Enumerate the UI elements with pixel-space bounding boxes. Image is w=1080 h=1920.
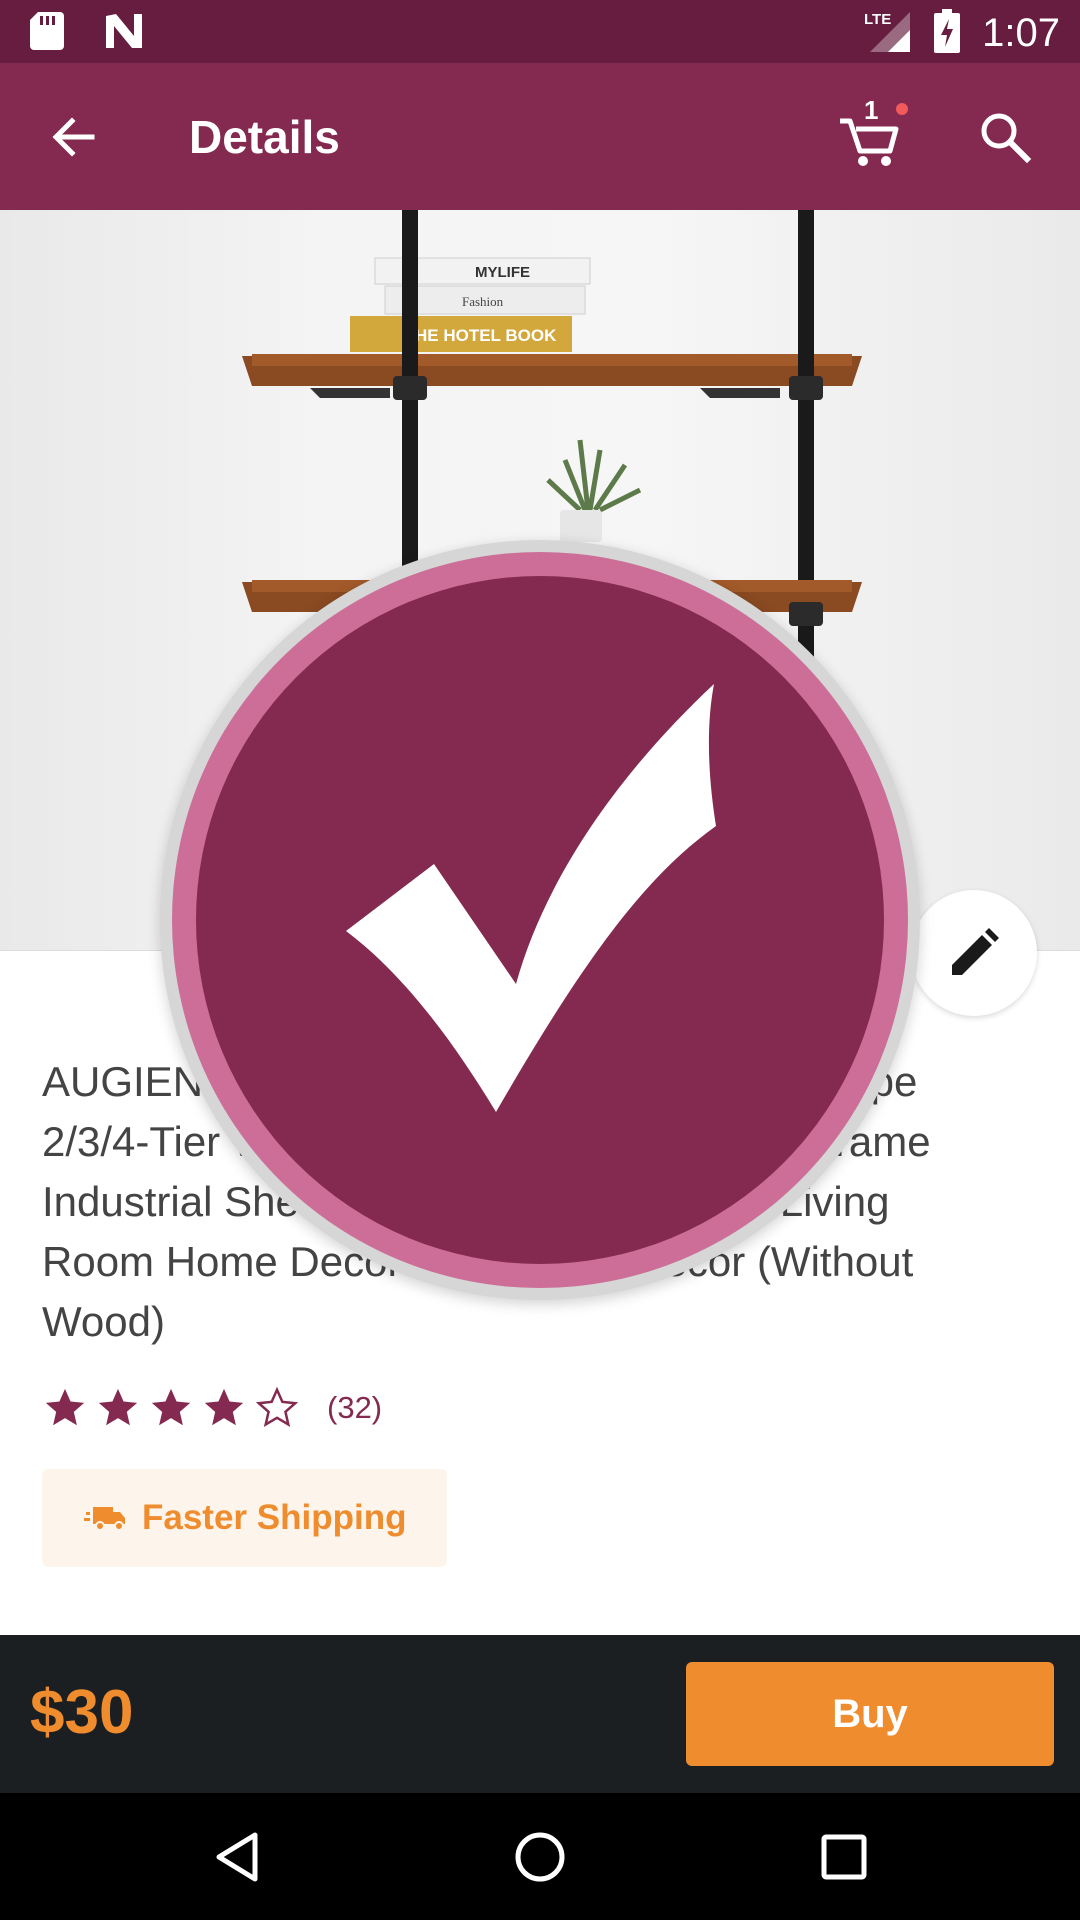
- star-filled-icon: [204, 1388, 244, 1426]
- network-type-label: LTE: [864, 11, 891, 28]
- back-nav-button[interactable]: [211, 1829, 267, 1885]
- purchase-bar: $30 Buy: [0, 1635, 1080, 1793]
- square-recents-icon: [821, 1834, 867, 1880]
- shipping-badge: Faster Shipping: [42, 1469, 447, 1567]
- page-title: Details: [189, 111, 340, 163]
- cart-count-badge: 1: [864, 95, 879, 125]
- app-bar: Details 1: [0, 63, 1080, 210]
- notification-dot: [896, 103, 908, 115]
- shipping-label: Faster Shipping: [142, 1498, 407, 1537]
- sd-card-icon: [30, 12, 64, 55]
- signal-icon: LTE: [864, 8, 912, 59]
- star-outline-icon: [255, 1386, 299, 1428]
- rating[interactable]: (32): [42, 1385, 382, 1431]
- search-button[interactable]: [975, 107, 1035, 167]
- clock: 1:07: [982, 11, 1060, 55]
- book-label-3: HE HOTEL BOOK: [415, 326, 557, 345]
- recents-nav-button[interactable]: [816, 1829, 872, 1885]
- arrow-left-icon: [52, 117, 95, 157]
- book-label-1: MYLIFE: [475, 264, 530, 281]
- review-count: (32): [327, 1390, 383, 1425]
- star-filled-icon: [151, 1388, 191, 1426]
- status-bar: LTE 1:07: [0, 0, 1080, 63]
- buy-button[interactable]: Buy: [686, 1662, 1054, 1766]
- battery-charging-icon: [934, 9, 961, 58]
- price: $30: [30, 1678, 134, 1747]
- navigation-bar: [0, 1793, 1080, 1920]
- success-overlay: [160, 540, 920, 1300]
- checkmark-icon: [346, 684, 716, 1112]
- pencil-icon: [952, 928, 999, 975]
- star-filled-icon: [45, 1388, 85, 1426]
- edit-button[interactable]: [911, 890, 1037, 1016]
- circle-home-icon: [515, 1832, 565, 1882]
- triangle-back-icon: [216, 1832, 258, 1882]
- n-logo-icon: [104, 12, 144, 55]
- home-nav-button[interactable]: [512, 1829, 568, 1885]
- truck-icon: [84, 1507, 125, 1531]
- search-icon: [981, 113, 1032, 164]
- back-button[interactable]: [44, 107, 104, 167]
- book-label-2: Fashion: [462, 294, 504, 309]
- star-filled-icon: [98, 1388, 138, 1426]
- cart-button[interactable]: 1: [836, 95, 916, 171]
